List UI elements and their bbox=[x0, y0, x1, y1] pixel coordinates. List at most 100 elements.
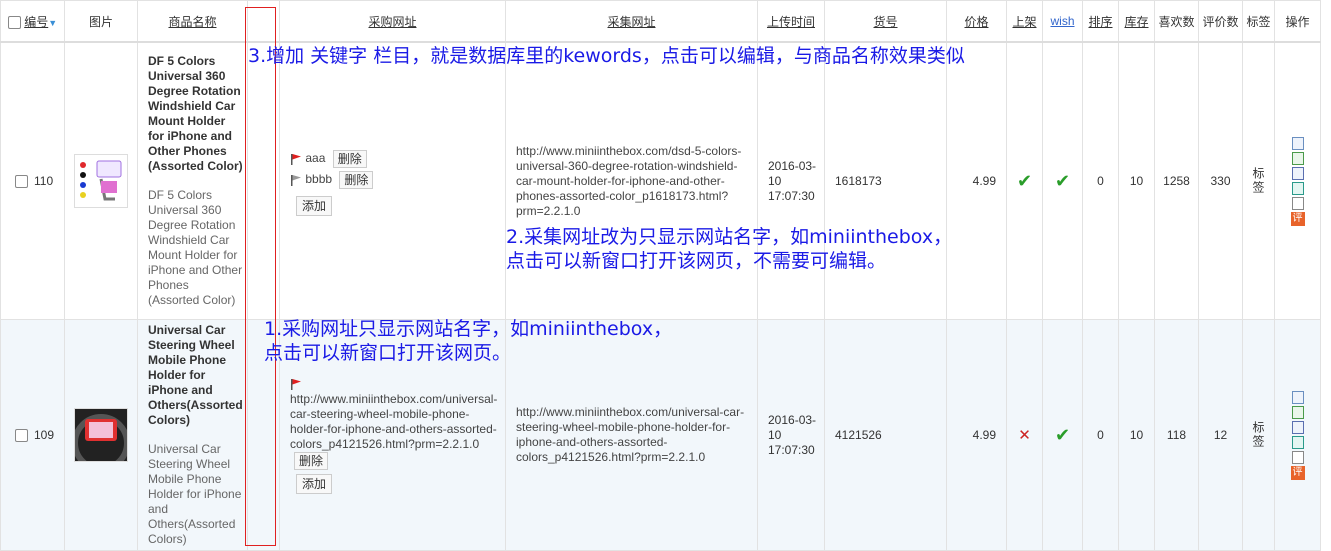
header-image: 图片 bbox=[64, 0, 138, 43]
header-sku[interactable]: 货号 bbox=[824, 0, 947, 43]
row-keywords-cell: aaa 删除 bbbb 删除 添加 bbox=[279, 41, 506, 320]
table-header: 编号▼ 图片 商品名称 采购网址 采集网址 上传时间 货号 价格 上架 wish… bbox=[0, 0, 1321, 43]
keyword-item: bbbb 删除 bbox=[290, 170, 499, 189]
rank[interactable]: 0 bbox=[1097, 174, 1104, 188]
reviews: 330 bbox=[1210, 174, 1231, 188]
product-thumbnail[interactable] bbox=[74, 408, 128, 462]
purchase-url[interactable]: http://www.miniinthebox.com/universal-ca… bbox=[290, 392, 497, 451]
row-stock-cell: 10 bbox=[1118, 41, 1155, 320]
upload-date: 2016-03-10 bbox=[768, 412, 817, 442]
row-upload-time-cell: 2016-03-10 17:07:30 bbox=[757, 319, 825, 551]
recycle-icon[interactable] bbox=[1291, 181, 1304, 195]
sku: 4121526 bbox=[835, 428, 882, 442]
duplicate-icon[interactable] bbox=[1291, 196, 1304, 210]
header-upload-time[interactable]: 上传时间 bbox=[757, 0, 825, 43]
delete-keyword-button[interactable]: 删除 bbox=[339, 170, 374, 189]
row-image-cell bbox=[64, 41, 138, 320]
product-name[interactable]: DF 5 Colors Universal 360 Degree Rotatio… bbox=[148, 54, 243, 174]
header-price[interactable]: 价格 bbox=[946, 0, 1007, 43]
edit-icon[interactable] bbox=[1291, 151, 1304, 165]
header-id[interactable]: 编号▼ bbox=[0, 0, 65, 43]
recycle-icon[interactable] bbox=[1291, 435, 1304, 449]
row-rank-cell: 0 bbox=[1082, 319, 1119, 551]
delete-url-button[interactable]: 删除 bbox=[294, 451, 329, 470]
sort-desc-icon[interactable]: ▼ bbox=[48, 18, 57, 28]
row-wish-cell: ✔ bbox=[1042, 319, 1083, 551]
row-collect-url-cell: http://www.miniinthebox.com/dsd-5-colors… bbox=[505, 41, 758, 320]
sku: 1618173 bbox=[835, 174, 882, 188]
operation-icons: 评 bbox=[1276, 390, 1320, 480]
row-rank-cell: 0 bbox=[1082, 41, 1119, 320]
upload-time: 17:07:30 bbox=[768, 442, 815, 457]
stock[interactable]: 10 bbox=[1130, 428, 1143, 442]
rank[interactable]: 0 bbox=[1097, 428, 1104, 442]
keyword-text[interactable]: aaa bbox=[305, 151, 325, 165]
reviews: 12 bbox=[1213, 428, 1228, 442]
cross-icon[interactable]: ✕ bbox=[1018, 427, 1031, 444]
header-reviews: 评价数 bbox=[1198, 0, 1243, 43]
upload-date: 2016-03-10 bbox=[768, 158, 817, 188]
row-on-shelf-cell: ✕ bbox=[1006, 319, 1043, 551]
header-ops: 操作 bbox=[1274, 0, 1321, 43]
collect-url[interactable]: http://www.miniinthebox.com/dsd-5-colors… bbox=[516, 144, 741, 218]
duplicate-icon[interactable] bbox=[1291, 450, 1304, 464]
product-name[interactable]: Universal Car Steering Wheel Mobile Phon… bbox=[148, 323, 243, 428]
product-desc[interactable]: Universal Car Steering Wheel Mobile Phon… bbox=[148, 442, 243, 547]
add-keyword-button[interactable]: 添加 bbox=[296, 195, 333, 216]
row-on-shelf-cell: ✔ bbox=[1006, 41, 1043, 320]
price[interactable]: 4.99 bbox=[973, 428, 996, 442]
check-icon[interactable]: ✔ bbox=[1055, 171, 1070, 191]
product-table: 编号▼ 图片 商品名称 采购网址 采集网址 上传时间 货号 价格 上架 wish… bbox=[0, 0, 1321, 551]
edit-icon[interactable] bbox=[1291, 405, 1304, 419]
annotation-note-3: 3.增加 关键字 栏目，就是数据库里的kewords，点击可以编辑，与商品名称效… bbox=[248, 45, 965, 67]
upload-time: 17:07:30 bbox=[768, 188, 815, 203]
view-icon[interactable] bbox=[1291, 390, 1304, 404]
header-tags: 标签 bbox=[1242, 0, 1275, 43]
purchase-url-item: http://www.miniinthebox.com/universal-ca… bbox=[290, 377, 499, 470]
likes: 118 bbox=[1166, 428, 1187, 442]
annotation-note-1-line2: 点击可以新窗口打开该网页。 bbox=[264, 342, 512, 364]
price[interactable]: 4.99 bbox=[973, 174, 996, 188]
copy-icon[interactable] bbox=[1291, 166, 1304, 180]
row-id-cell: 110 bbox=[0, 41, 65, 320]
row-sku-cell: 1618173 bbox=[824, 41, 947, 320]
header-name[interactable]: 商品名称 bbox=[137, 0, 248, 43]
view-icon[interactable] bbox=[1291, 136, 1304, 150]
tag-link[interactable]: 标签 bbox=[1250, 167, 1267, 195]
row-name-cell[interactable]: Universal Car Steering Wheel Mobile Phon… bbox=[137, 319, 248, 551]
product-thumbnail[interactable] bbox=[74, 154, 128, 208]
row-checkbox[interactable] bbox=[15, 428, 28, 442]
red-flag-icon bbox=[291, 379, 301, 391]
header-wish[interactable]: wish bbox=[1042, 0, 1083, 43]
tag-link[interactable]: 标签 bbox=[1250, 421, 1267, 449]
keyword-text[interactable]: bbbb bbox=[305, 172, 332, 186]
add-url-button[interactable]: 添加 bbox=[296, 473, 333, 494]
stock[interactable]: 10 bbox=[1130, 174, 1143, 188]
header-rank[interactable]: 排序 bbox=[1082, 0, 1119, 43]
collect-url[interactable]: http://www.miniinthebox.com/universal-ca… bbox=[516, 405, 744, 464]
row-name-cell[interactable]: DF 5 Colors Universal 360 Degree Rotatio… bbox=[137, 41, 248, 320]
select-all-checkbox[interactable] bbox=[7, 15, 21, 29]
header-on-shelf[interactable]: 上架 bbox=[1006, 0, 1043, 43]
header-collect-url[interactable]: 采集网址 bbox=[505, 0, 758, 43]
check-icon[interactable]: ✔ bbox=[1017, 171, 1032, 191]
header-stock[interactable]: 库存 bbox=[1118, 0, 1155, 43]
copy-icon[interactable] bbox=[1291, 420, 1304, 434]
row-id: 110 bbox=[34, 174, 54, 189]
delete-keyword-button[interactable]: 删除 bbox=[332, 149, 367, 168]
header-purchase-url[interactable]: 采购网址 bbox=[279, 0, 506, 43]
review-icon[interactable]: 评 bbox=[1290, 211, 1305, 226]
red-flag-icon bbox=[291, 153, 301, 165]
annotation-note-1: 1.采购网址只显示网站名字，如miniinthebox， 点击可以新窗口打开该网… bbox=[264, 317, 672, 365]
product-desc[interactable]: DF 5 Colors Universal 360 Degree Rotatio… bbox=[148, 188, 243, 308]
review-icon[interactable]: 评 bbox=[1290, 465, 1305, 480]
likes: 1258 bbox=[1163, 174, 1190, 188]
annotation-note-2-line1: 2.采集网址改为只显示网站名字，如miniinthebox， bbox=[506, 226, 953, 248]
car-mount-image bbox=[80, 160, 122, 201]
annotation-note-2: 2.采集网址改为只显示网站名字，如miniinthebox， 点击可以新窗口打开… bbox=[506, 225, 952, 273]
gray-flag-icon bbox=[291, 174, 301, 186]
table-row: 110 DF 5 Colors Universal 360 Degree Rot… bbox=[0, 41, 1321, 320]
row-tags-cell: 标签 bbox=[1242, 319, 1275, 551]
check-icon[interactable]: ✔ bbox=[1055, 425, 1070, 445]
row-checkbox[interactable] bbox=[15, 174, 28, 188]
